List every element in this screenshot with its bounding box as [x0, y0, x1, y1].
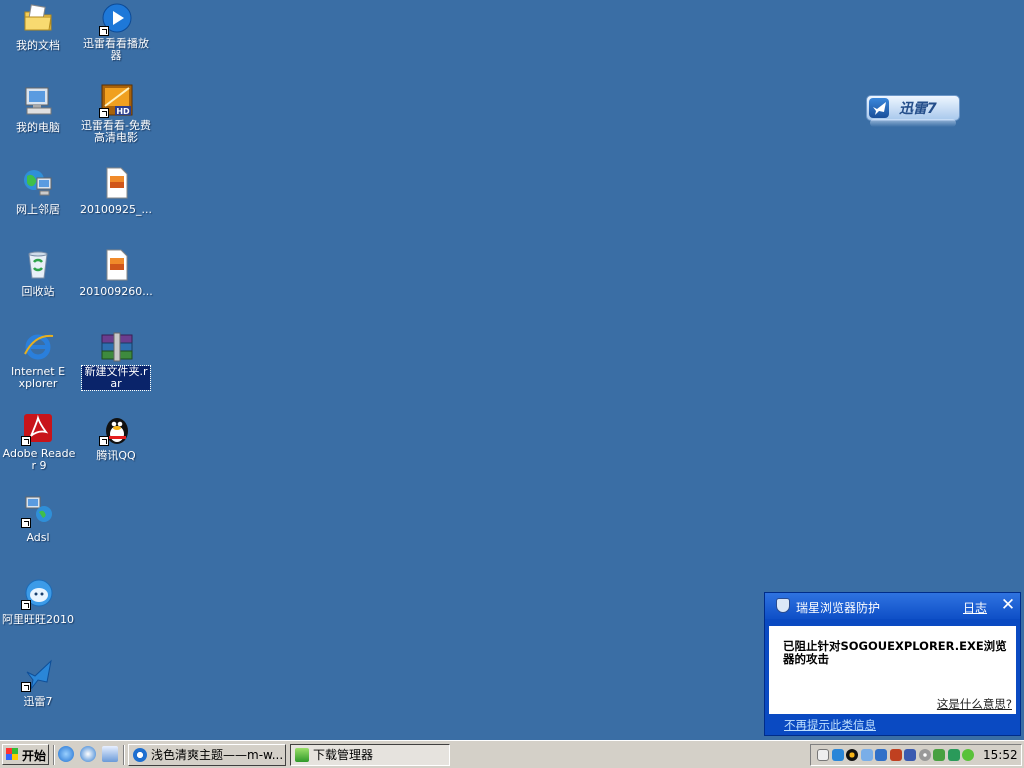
umbrella-tray-icon[interactable]: [947, 749, 960, 761]
hd-movie-icon: HD: [99, 84, 133, 118]
adobe-reader-icon: [21, 412, 55, 446]
shortcut-arrow-icon: [21, 436, 31, 446]
desktop-icon-my-documents[interactable]: 我的文档: [0, 2, 76, 52]
qq-tray-icon[interactable]: [846, 749, 858, 761]
green-leaf-tray-icon[interactable]: [933, 749, 945, 761]
start-label: 开始: [22, 749, 47, 763]
desktop-icon-label: Internet Explorer: [10, 365, 66, 390]
download-arrow-icon: [295, 748, 309, 762]
rising-protection-popup: 瑞星浏览器防护 日志 ✕ 已阻止针对SOGOUEXPLORER.EXE浏览器的攻…: [764, 592, 1021, 736]
xunlei-float-widget[interactable]: 迅雷7: [866, 95, 960, 129]
xunlei-widget-reflection: [870, 119, 956, 127]
clock: 15:52: [983, 748, 1018, 762]
desktop-icon-xunlei7[interactable]: 迅雷7: [0, 658, 76, 708]
desktop-icon-label: 迅雷看看-免费高清电影: [81, 119, 151, 144]
task-label: 下载管理器: [313, 748, 374, 762]
shortcut-arrow-icon: [21, 600, 31, 610]
desktop-icon-label: Adsl: [26, 531, 50, 544]
network-tray-icon[interactable]: [860, 749, 873, 761]
popup-what-link[interactable]: 这是什么意思?: [937, 696, 1012, 712]
popup-title: 瑞星浏览器防护: [796, 601, 881, 615]
desktop-icon-internet-explorer[interactable]: Internet Explorer: [0, 330, 76, 390]
shortcut-arrow-icon: [99, 108, 109, 118]
desktop-icon-label: 迅雷7: [23, 695, 53, 708]
xunlei-bird-icon: [869, 98, 889, 118]
ie-quicklaunch-icon[interactable]: [58, 746, 74, 762]
system-tray: 15:52: [810, 744, 1022, 766]
shield-icon: [776, 598, 790, 613]
desktop-icon-label: 20100925_...: [80, 203, 152, 216]
desktop-icon-xunlei-kankan-player[interactable]: 迅雷看看播放器: [78, 2, 154, 62]
popup-log-link[interactable]: 日志: [963, 599, 987, 616]
hd-badge: HD: [116, 107, 130, 116]
shortcut-arrow-icon: [21, 682, 31, 692]
media-file-icon: [99, 248, 133, 282]
taskbar-separator: [53, 745, 55, 765]
desktop-icon-adsl[interactable]: Adsl: [0, 494, 76, 544]
aliwangwang-icon: [21, 576, 55, 610]
sogou-browser-quicklaunch-icon[interactable]: [80, 746, 96, 762]
taskbar: 开始 浅色清爽主题——m-w... 下载管理器 15:52: [0, 740, 1024, 768]
recycle-bin-icon: [21, 248, 55, 282]
desktop-icon-my-computer[interactable]: 我的电脑: [0, 84, 76, 134]
computer-icon: [21, 84, 55, 118]
desktop-icon-label: Adobe Reader 9: [2, 447, 76, 472]
keyboard-icon[interactable]: [817, 749, 829, 761]
volume-icon[interactable]: [889, 749, 902, 761]
winrar-archive-icon: [99, 330, 133, 364]
start-button[interactable]: 开始: [2, 744, 49, 765]
desktop-icon-new-folder-rar[interactable]: 新建文件夹.rar: [78, 330, 154, 391]
taskbar-task-sogou[interactable]: 浅色清爽主题——m-w...: [128, 744, 286, 766]
task-label: 浅色清爽主题——m-w...: [151, 748, 284, 762]
popup-content: 已阻止针对SOGOUEXPLORER.EXE浏览器的攻击 这是什么意思?: [769, 626, 1016, 714]
shortcut-arrow-icon: [99, 436, 109, 446]
desktop-icon-xunlei-kankan-movies[interactable]: HD 迅雷看看-免费高清电影: [78, 84, 154, 144]
desktop-icon-file-201009260[interactable]: 201009260...: [78, 248, 154, 298]
xunlei-bird-icon: [21, 658, 55, 692]
desktop-icon-label: 腾讯QQ: [96, 449, 136, 462]
desktop-icon-label: 我的文档: [16, 39, 60, 52]
windows-logo-icon: [6, 748, 18, 760]
desktop-icon-label: 201009260...: [79, 285, 153, 298]
firewall-tray-icon[interactable]: [904, 749, 916, 761]
popup-titlebar: 瑞星浏览器防护 日志 ✕: [765, 593, 1020, 619]
internet-explorer-icon: [21, 330, 55, 364]
shortcut-arrow-icon: [21, 518, 31, 528]
desktop-icon-network-places[interactable]: 网上邻居: [0, 166, 76, 216]
desktop-icon-label: 回收站: [21, 285, 55, 298]
network-globe-icon: [21, 166, 55, 200]
network-connection-icon: [21, 494, 55, 528]
popup-no-remind-link[interactable]: 不再提示此类信息: [784, 717, 876, 733]
desktop-icon-label: 网上邻居: [16, 203, 60, 216]
desktop-icon-label: 阿里旺旺2010: [2, 613, 74, 626]
desktop-icon-label: 我的电脑: [16, 121, 60, 134]
taskbar-separator: [123, 745, 125, 765]
desktop-icon-aliwangwang[interactable]: 阿里旺旺2010: [0, 576, 76, 626]
shortcut-arrow-icon: [99, 26, 109, 36]
desktop-icon-file-20100925[interactable]: 20100925_...: [78, 166, 154, 216]
rising-tray-icon[interactable]: [875, 749, 887, 761]
show-desktop-quicklaunch-icon[interactable]: [102, 746, 118, 762]
play-button-icon: [99, 2, 133, 36]
desktop-icon-recycle-bin[interactable]: 回收站: [0, 248, 76, 298]
desktop-icon-label: 迅雷看看播放器: [83, 37, 149, 62]
taskbar-task-download-manager[interactable]: 下载管理器: [290, 744, 450, 766]
xunlei-widget-label: 迅雷7: [899, 101, 937, 117]
sogou-icon: [133, 748, 147, 762]
close-icon[interactable]: ✕: [999, 596, 1017, 614]
qq-penguin-icon: [99, 412, 133, 446]
xunlei-widget-pill[interactable]: 迅雷7: [866, 95, 960, 121]
360-tray-icon[interactable]: [962, 749, 974, 761]
popup-message: 已阻止针对SOGOUEXPLORER.EXE浏览器的攻击: [783, 639, 1007, 666]
media-file-icon: [99, 166, 133, 200]
desktop-icon-label: 新建文件夹.rar: [81, 365, 151, 391]
xunlei-tray-icon[interactable]: [831, 749, 844, 761]
desktop-icon-tencent-qq[interactable]: 腾讯QQ: [78, 412, 154, 462]
disc-tray-icon[interactable]: [918, 749, 931, 761]
desktop-icon-adobe-reader[interactable]: Adobe Reader 9: [0, 412, 76, 472]
folder-icon: [21, 2, 55, 36]
